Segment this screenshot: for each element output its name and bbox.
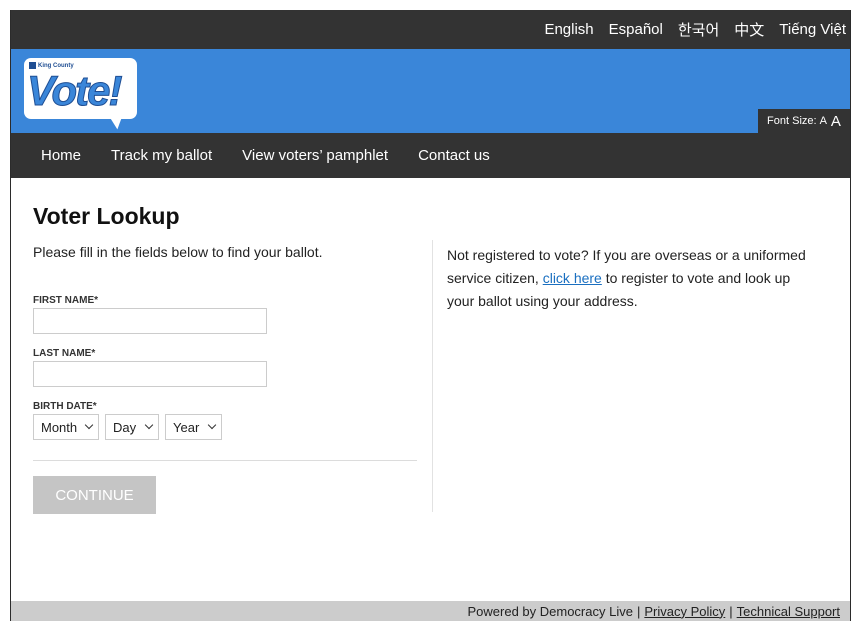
form-divider: [33, 460, 417, 461]
font-size-label: Font Size:: [767, 115, 817, 127]
first-name-input[interactable]: [33, 308, 267, 334]
lang-espanol[interactable]: Español: [609, 21, 663, 38]
privacy-policy-link[interactable]: Privacy Policy: [644, 604, 725, 619]
nav-track-ballot[interactable]: Track my ballot: [111, 147, 212, 164]
chevron-down-icon: [207, 420, 217, 430]
registration-notice: Not registered to vote? If you are overs…: [447, 244, 817, 313]
column-divider: [432, 240, 433, 512]
font-size-large-button[interactable]: A: [831, 113, 841, 130]
voter-lookup-section: Voter Lookup Please fill in the fields b…: [11, 178, 850, 601]
lang-chinese[interactable]: 中文: [734, 19, 764, 40]
page-title: Voter Lookup: [33, 203, 180, 229]
footer-separator: |: [636, 603, 641, 619]
footer-separator: |: [729, 603, 733, 619]
nav-contact-us[interactable]: Contact us: [418, 147, 490, 164]
footer: Powered by Democracy Live | Privacy Poli…: [11, 601, 850, 621]
first-name-label: FIRST NAME*: [33, 295, 98, 306]
lang-korean[interactable]: 한국어: [678, 19, 719, 40]
birth-year-value: Year: [173, 419, 200, 435]
nav-home[interactable]: Home: [41, 147, 81, 164]
font-size-small-button[interactable]: A: [820, 115, 827, 127]
chevron-down-icon: [144, 420, 154, 430]
logo-vote-text: Vote!: [26, 67, 122, 115]
technical-support-link[interactable]: Technical Support: [737, 604, 840, 619]
lang-vietnamese[interactable]: Tiếng Việt: [779, 21, 846, 38]
lang-english[interactable]: English: [544, 21, 593, 38]
last-name-input[interactable]: [33, 361, 267, 387]
birth-day-value: Day: [113, 419, 137, 435]
intro-text: Please fill in the fields below to find …: [33, 244, 323, 260]
birth-month-value: Month: [41, 419, 78, 435]
birth-month-select[interactable]: Month: [33, 414, 99, 440]
main-nav: Home Track my ballot View voters’ pamphl…: [11, 133, 850, 178]
page-frame: English Español 한국어 中文 Tiếng Việt King C…: [10, 10, 851, 621]
birth-year-select[interactable]: Year: [165, 414, 222, 440]
chevron-down-icon: [84, 420, 94, 430]
language-bar: English Español 한국어 中文 Tiếng Việt: [11, 10, 850, 49]
register-click-here-link[interactable]: click here: [543, 270, 602, 286]
birth-day-select[interactable]: Day: [105, 414, 159, 440]
continue-button[interactable]: CONTINUE: [33, 476, 156, 514]
last-name-label: LAST NAME*: [33, 348, 96, 359]
nav-voters-pamphlet[interactable]: View voters’ pamphlet: [242, 147, 388, 164]
brand-header: King County Vote! Font Size: A A: [11, 49, 850, 133]
logo-speech-tail: [104, 104, 132, 132]
birth-date-label: BIRTH DATE*: [33, 401, 97, 412]
powered-by-text: Powered by Democracy Live: [467, 603, 633, 619]
font-size-control: Font Size: A A: [758, 109, 850, 133]
